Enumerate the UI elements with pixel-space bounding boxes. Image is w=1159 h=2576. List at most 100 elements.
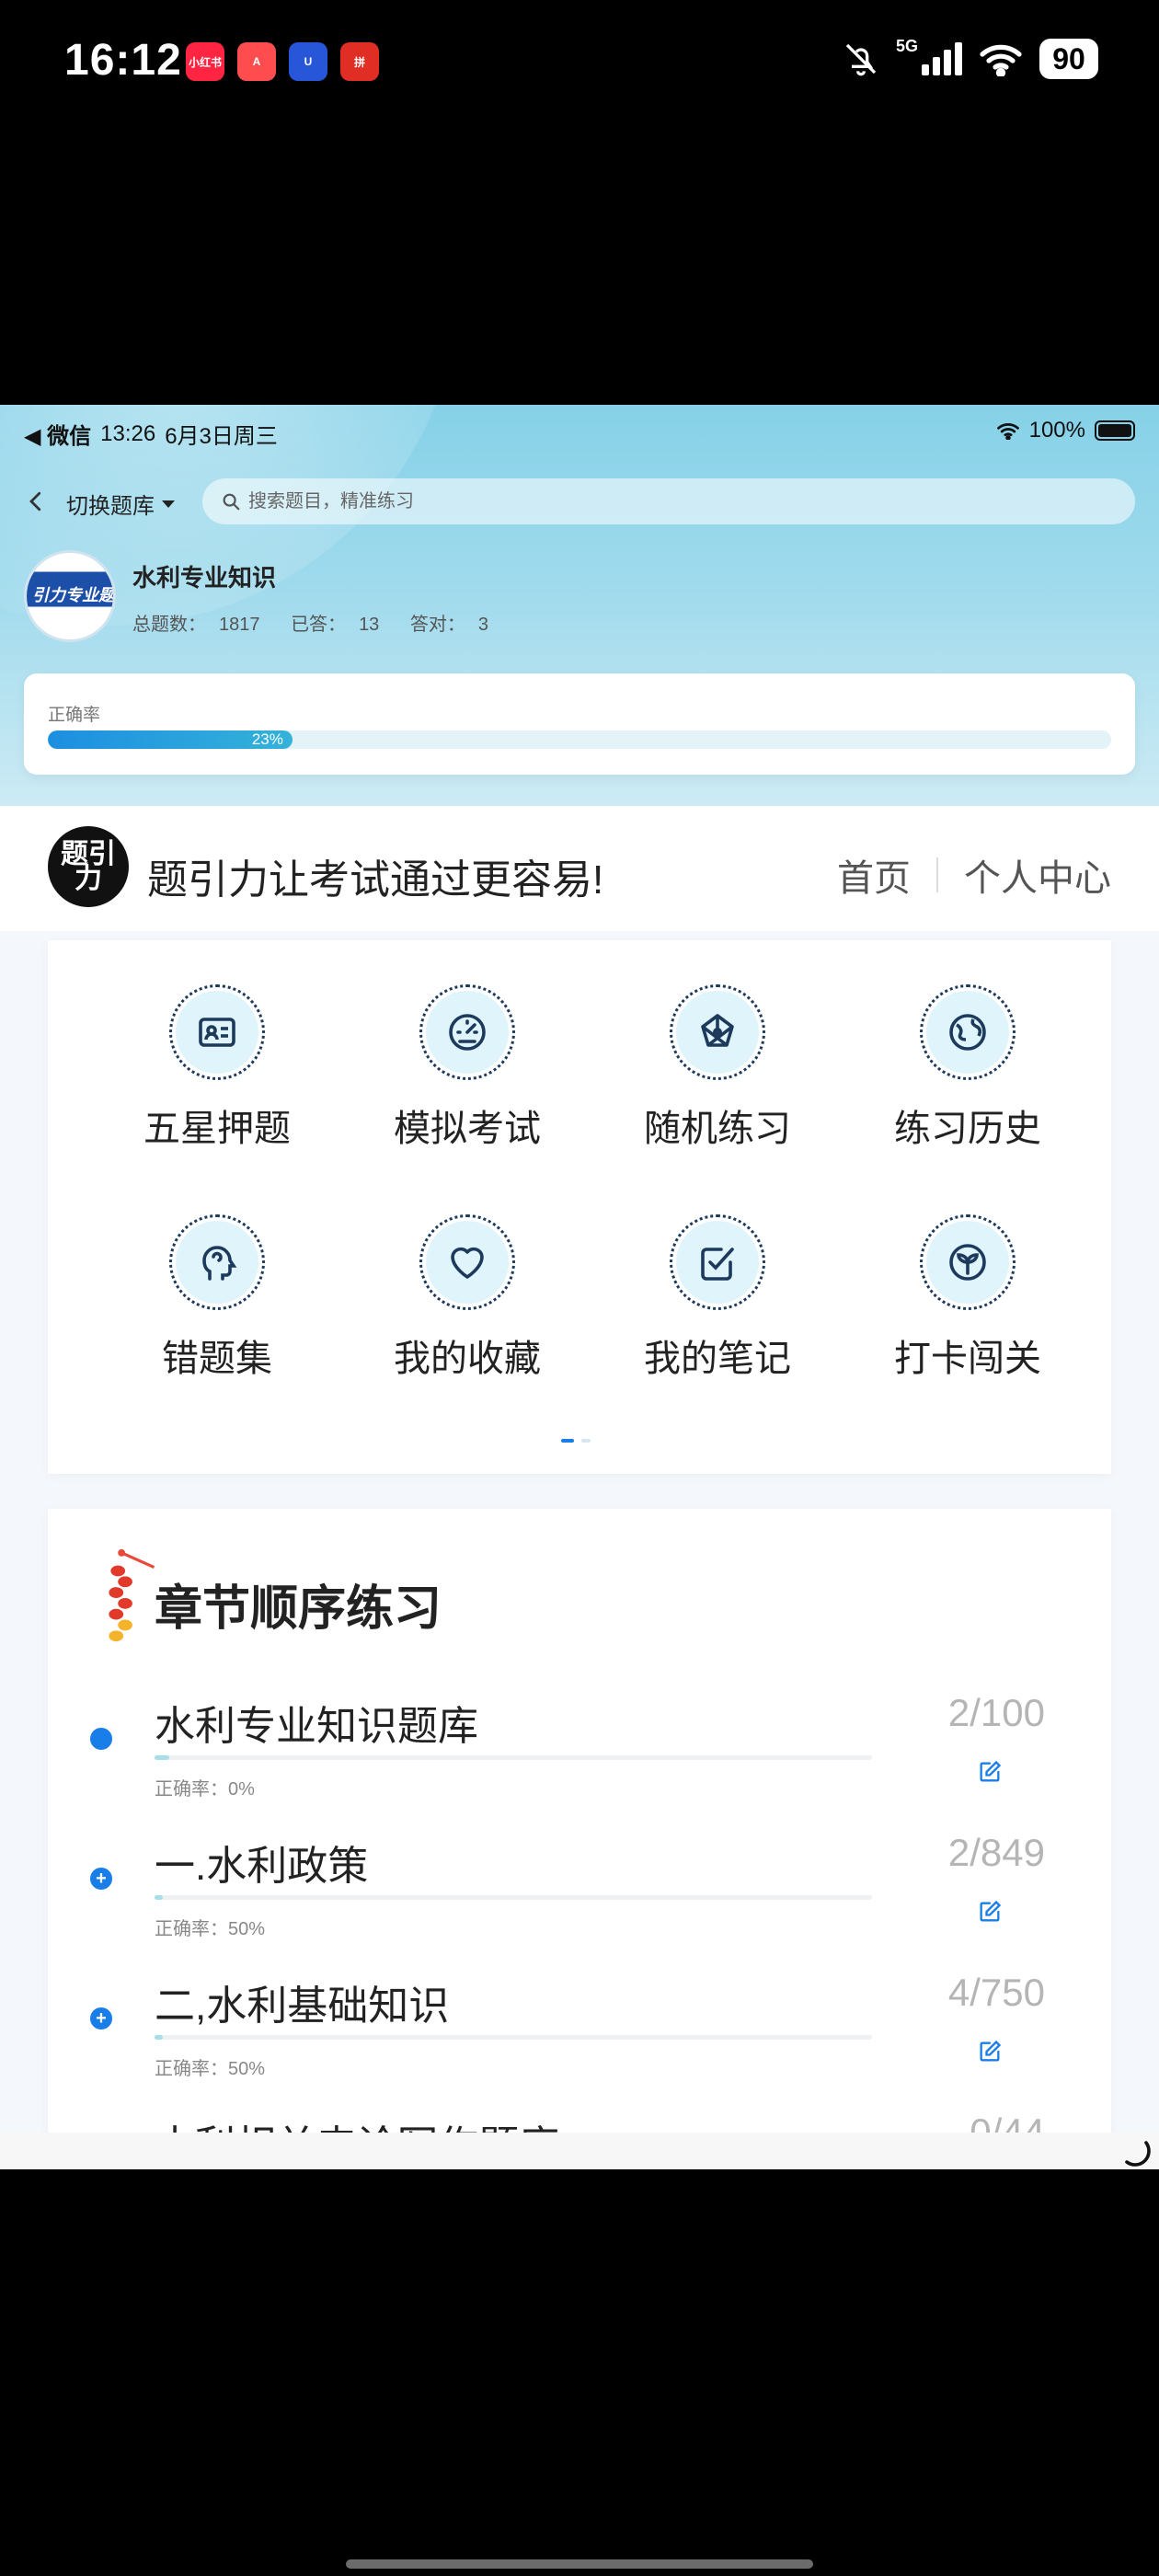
chapter-progress-fill: [155, 2035, 164, 2040]
inner-date: 6月3日周三: [165, 424, 278, 449]
chapter-bullet-dot: [90, 1728, 112, 1750]
battery-icon: [1095, 420, 1135, 441]
page-indicator: [561, 1439, 591, 1443]
edit-note-icon[interactable]: [977, 2039, 1003, 2064]
feature-label: 打卡闯关: [894, 1339, 1041, 1379]
nav-divider: [936, 857, 938, 892]
wifi-icon: [996, 423, 1019, 440]
total-stat: 总题数： 1817: [132, 615, 260, 635]
site-logo[interactable]: 题引力: [48, 826, 129, 907]
phone-status-bar: 16:12 小红书 A U 拼 5G 90: [0, 0, 1159, 129]
nav-home-link[interactable]: 首页: [837, 848, 911, 902]
chapter-accuracy: 正确率：50%: [155, 2059, 266, 2079]
status-indicators: 5G 90: [843, 36, 1098, 79]
chapter-accuracy: 正确率：50%: [155, 1919, 266, 1939]
feature-label: 模拟考试: [394, 1109, 541, 1149]
edit-note-icon[interactable]: [977, 1899, 1003, 1925]
feature-favorites[interactable]: 我的收藏: [375, 1214, 559, 1382]
loading-spinner-icon: [1125, 2141, 1151, 2167]
notification-app-icons: 小红书 A U 拼: [186, 42, 379, 81]
bank-stats: 总题数： 1817 已答： 13 答对： 3: [132, 609, 514, 636]
expand-plus-icon[interactable]: +: [90, 1868, 112, 1890]
speedometer-icon: [449, 1014, 486, 1051]
feature-wrong-questions[interactable]: 错题集: [125, 1214, 309, 1382]
firecracker-icon: [109, 1548, 155, 1642]
search-icon: [223, 493, 240, 511]
expand-plus-icon[interactable]: +: [90, 2007, 112, 2030]
site-nav: 首页 个人中心: [837, 848, 1111, 902]
site-header: 题引力 题引力让考试通过更容易! 首页 个人中心: [0, 806, 1159, 931]
phone-time: 16:12: [64, 36, 182, 85]
correct-stat: 答对： 3: [409, 615, 488, 635]
site-slogan: 题引力让考试通过更容易!: [147, 857, 604, 903]
chapter-name: 二,水利基础知识: [155, 1984, 450, 2029]
back-to-wechat[interactable]: ◀ 微信: [24, 418, 91, 450]
feature-history[interactable]: 练习历史: [876, 984, 1060, 1152]
caret-down-icon: [162, 500, 175, 508]
accuracy-progress-track: 23%: [48, 730, 1111, 749]
indicator-dot: [581, 1439, 591, 1443]
chapter-practice-card: 章节顺序练习 水利专业知识题库 正确率：0% 2/100 + 一.水利政策 正确…: [48, 1509, 1111, 2169]
sprout-icon: [949, 1244, 986, 1281]
chapter-progress-fill: [155, 1755, 169, 1760]
inner-battery-percent: 100%: [1028, 418, 1085, 443]
indicator-dot-active: [561, 1439, 574, 1443]
feature-label: 我的笔记: [644, 1339, 791, 1379]
chapter-item[interactable]: 水利专业知识题库 正确率：0% 2/100: [48, 1674, 1111, 1814]
accuracy-card: 正确率 23%: [24, 673, 1135, 775]
checkbox-icon: [701, 1248, 734, 1281]
network-type: 5G: [895, 36, 918, 55]
chapter-name: 一.水利政策: [155, 1844, 369, 1889]
signal-icon: [922, 42, 962, 75]
feature-checkin[interactable]: 打卡闯关: [876, 1214, 1060, 1382]
switch-bank-button[interactable]: 切换题库: [66, 488, 177, 520]
feature-notes[interactable]: 我的笔记: [625, 1214, 809, 1382]
chapter-item[interactable]: + 二,水利基础知识 正确率：50% 4/750: [48, 1954, 1111, 2094]
accuracy-progress-fill: 23%: [48, 730, 293, 749]
home-indicator[interactable]: [346, 2559, 813, 2569]
a-app-icon: A: [237, 42, 276, 81]
chapter-item[interactable]: + 一.水利政策 正确率：50% 2/849: [48, 1814, 1111, 1954]
chapter-name: 水利专业知识题库: [155, 1704, 478, 1749]
edit-note-icon[interactable]: [977, 1759, 1003, 1785]
switch-bank-label: 切换题库: [66, 494, 155, 519]
accuracy-label: 正确率: [48, 706, 101, 725]
bank-logo: 引力专业题: [24, 550, 116, 642]
mute-bell-icon: [845, 43, 877, 76]
u-app-icon: U: [289, 42, 327, 81]
feature-label: 错题集: [162, 1339, 272, 1379]
chapter-progress-track: [155, 2035, 872, 2040]
question-bank-info: 引力专业题 水利专业知识 总题数： 1817 已答： 13 答对： 3: [24, 550, 1128, 651]
heart-icon: [451, 1247, 484, 1279]
accuracy-percent: 23%: [251, 730, 283, 748]
chapter-progress-track: [155, 1895, 872, 1900]
chapter-progress-fill: [155, 1895, 164, 1900]
id-card-icon: [199, 1018, 235, 1047]
inner-status-bar: ◀ 微信 13:26 6月3日周三 100%: [0, 405, 1159, 456]
bank-logo-text: 引力专业题: [32, 586, 115, 604]
chapter-section-title: 章节顺序练习: [155, 1582, 442, 1636]
back-chevron-icon[interactable]: [22, 488, 50, 515]
search-bar[interactable]: [202, 478, 1135, 524]
feature-random-practice[interactable]: 随机练习: [625, 984, 809, 1152]
network-icon: [701, 1014, 734, 1047]
feature-grid: 五星押题 模拟考试 随机练习 练习历史 错题集 我的收藏 我的笔记 打卡闯关: [48, 940, 1111, 1474]
globe-icon: [949, 1014, 986, 1051]
chapter-accuracy: 正确率：0%: [155, 1779, 255, 1800]
feature-five-star[interactable]: 五星押题: [125, 984, 309, 1152]
feature-label: 随机练习: [644, 1109, 791, 1149]
feature-mock-exam[interactable]: 模拟考试: [375, 984, 559, 1152]
chapter-progress-track: [155, 1755, 872, 1760]
chapter-count: 2/849: [947, 1831, 1045, 1874]
feature-label: 我的收藏: [394, 1339, 541, 1379]
nav-profile-link[interactable]: 个人中心: [964, 848, 1111, 902]
search-input[interactable]: [248, 490, 800, 512]
nav-row: 切换题库: [0, 469, 1159, 534]
inner-time: 13:26: [100, 420, 156, 446]
bank-name: 水利专业知识: [132, 564, 277, 592]
battery-level: 90: [1039, 39, 1098, 79]
header-background: ◀ 微信 13:26 6月3日周三 100% 切换题库 搜索题目，精准练习 引力…: [0, 405, 1159, 806]
xiaohongshu-icon: 小红书: [186, 42, 224, 81]
chapter-count: 4/750: [947, 1971, 1045, 2014]
pinduoduo-icon: 拼: [340, 42, 379, 81]
